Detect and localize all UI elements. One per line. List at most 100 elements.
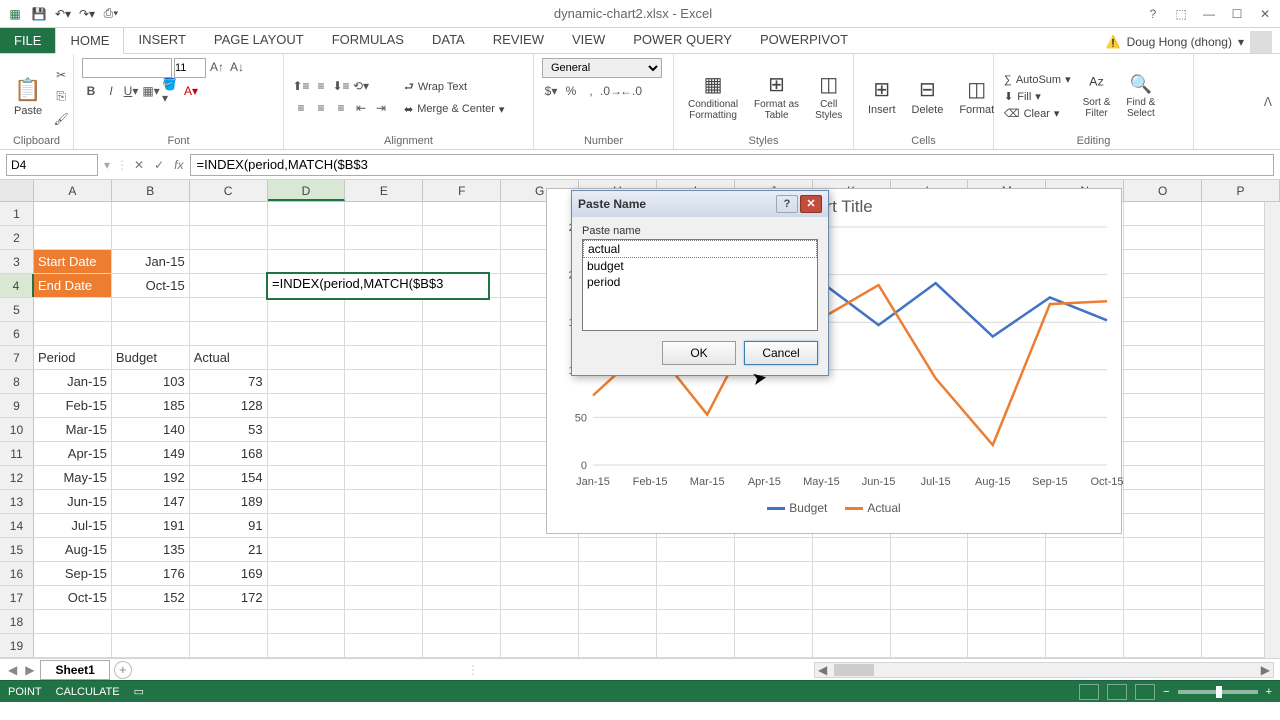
cell[interactable] bbox=[1124, 610, 1202, 633]
cell[interactable] bbox=[345, 202, 423, 225]
cell[interactable] bbox=[968, 634, 1046, 657]
cell[interactable] bbox=[268, 322, 346, 345]
column-header[interactable]: E bbox=[345, 180, 423, 201]
number-format-select[interactable]: General bbox=[542, 58, 662, 78]
currency-icon[interactable]: $▾ bbox=[542, 82, 560, 100]
row-header[interactable]: 19 bbox=[0, 634, 34, 657]
cell[interactable] bbox=[34, 634, 112, 657]
formula-bar[interactable] bbox=[190, 154, 1275, 176]
cell[interactable] bbox=[579, 610, 657, 633]
collapse-ribbon-icon[interactable]: ᐱ bbox=[1256, 95, 1280, 109]
cell[interactable] bbox=[423, 322, 501, 345]
cell[interactable] bbox=[968, 586, 1046, 609]
column-header[interactable]: P bbox=[1202, 180, 1280, 201]
tab-view[interactable]: VIEW bbox=[558, 27, 619, 53]
cell[interactable] bbox=[657, 538, 735, 561]
cell[interactable] bbox=[423, 250, 501, 273]
zoom-in-icon[interactable]: + bbox=[1266, 686, 1272, 698]
comma-icon[interactable]: , bbox=[582, 82, 600, 100]
font-family-select[interactable] bbox=[82, 58, 172, 78]
ribbon-options-icon[interactable]: ⬚ bbox=[1168, 4, 1194, 24]
cell[interactable] bbox=[1124, 586, 1202, 609]
cell[interactable] bbox=[190, 274, 268, 297]
decrease-decimal-icon[interactable]: ←.0 bbox=[622, 82, 640, 100]
cell[interactable] bbox=[345, 538, 423, 561]
insert-cells-button[interactable]: ⊞Insert bbox=[862, 75, 902, 118]
row-header[interactable]: 7 bbox=[0, 346, 34, 369]
cell[interactable] bbox=[345, 586, 423, 609]
decrease-font-icon[interactable]: A↓ bbox=[228, 58, 246, 76]
increase-font-icon[interactable]: A↑ bbox=[208, 58, 226, 76]
cell[interactable]: 169 bbox=[190, 562, 268, 585]
cell[interactable] bbox=[190, 250, 268, 273]
sheet-nav-next-icon[interactable]: ▶ bbox=[23, 663, 36, 677]
cell[interactable]: Aug-15 bbox=[34, 538, 112, 561]
cell[interactable]: 73 bbox=[190, 370, 268, 393]
cell[interactable] bbox=[579, 538, 657, 561]
cell[interactable] bbox=[1124, 514, 1202, 537]
cell[interactable]: 168 bbox=[190, 442, 268, 465]
cancel-button[interactable]: Cancel bbox=[744, 341, 818, 365]
cell[interactable] bbox=[968, 562, 1046, 585]
cell[interactable] bbox=[34, 298, 112, 321]
row-header[interactable]: 13 bbox=[0, 490, 34, 513]
cell[interactable]: Actual bbox=[190, 346, 268, 369]
cell[interactable] bbox=[112, 634, 190, 657]
cell[interactable]: May-15 bbox=[34, 466, 112, 489]
font-color-icon[interactable]: A▾ bbox=[182, 82, 200, 100]
name-list-item[interactable]: actual bbox=[583, 240, 817, 258]
wrap-text-button[interactable]: ⮐Wrap Text bbox=[402, 77, 506, 98]
cell[interactable]: Jan-15 bbox=[34, 370, 112, 393]
cell[interactable] bbox=[190, 298, 268, 321]
cell[interactable]: 185 bbox=[112, 394, 190, 417]
cell[interactable] bbox=[34, 322, 112, 345]
cell[interactable] bbox=[891, 634, 969, 657]
maximize-icon[interactable]: ☐ bbox=[1224, 4, 1250, 24]
tab-power-query[interactable]: POWER QUERY bbox=[619, 27, 746, 53]
cell[interactable] bbox=[813, 634, 891, 657]
cell[interactable] bbox=[657, 610, 735, 633]
row-header[interactable]: 8 bbox=[0, 370, 34, 393]
tab-home[interactable]: HOME bbox=[55, 27, 124, 54]
cell[interactable] bbox=[423, 490, 501, 513]
cell[interactable] bbox=[112, 610, 190, 633]
cell[interactable] bbox=[579, 562, 657, 585]
cell[interactable] bbox=[268, 562, 346, 585]
cell[interactable] bbox=[1124, 634, 1202, 657]
cell[interactable]: 176 bbox=[112, 562, 190, 585]
cell[interactable] bbox=[345, 394, 423, 417]
cell[interactable] bbox=[268, 586, 346, 609]
cell[interactable]: Period bbox=[34, 346, 112, 369]
tab-powerpivot[interactable]: POWERPIVOT bbox=[746, 27, 862, 53]
cell[interactable] bbox=[1124, 538, 1202, 561]
sort-filter-button[interactable]: ᴬᶻSort & Filter bbox=[1077, 72, 1117, 121]
row-header[interactable]: 17 bbox=[0, 586, 34, 609]
enter-formula-icon[interactable]: ✓ bbox=[154, 158, 164, 172]
conditional-formatting-button[interactable]: ▦Conditional Formatting bbox=[682, 70, 744, 123]
row-header[interactable]: 5 bbox=[0, 298, 34, 321]
cell[interactable] bbox=[345, 514, 423, 537]
cell[interactable] bbox=[813, 538, 891, 561]
cell[interactable] bbox=[501, 586, 579, 609]
cell[interactable] bbox=[345, 490, 423, 513]
paste-name-list[interactable]: actualbudgetperiod bbox=[582, 239, 818, 331]
cell[interactable] bbox=[1046, 562, 1124, 585]
cell[interactable]: 140 bbox=[112, 418, 190, 441]
orientation-icon[interactable]: ⟲▾ bbox=[352, 77, 370, 95]
copy-icon[interactable]: ⎘ bbox=[52, 88, 70, 106]
cell[interactable] bbox=[423, 370, 501, 393]
cell[interactable] bbox=[1046, 610, 1124, 633]
cell[interactable] bbox=[1124, 274, 1202, 297]
cell[interactable] bbox=[345, 562, 423, 585]
cell[interactable] bbox=[1124, 370, 1202, 393]
cell[interactable] bbox=[423, 466, 501, 489]
tab-page-layout[interactable]: PAGE LAYOUT bbox=[200, 27, 318, 53]
delete-cells-button[interactable]: ⊟Delete bbox=[906, 75, 950, 118]
cell[interactable] bbox=[34, 226, 112, 249]
cell[interactable] bbox=[190, 226, 268, 249]
row-header[interactable]: 12 bbox=[0, 466, 34, 489]
cell[interactable]: 189 bbox=[190, 490, 268, 513]
bold-icon[interactable]: B bbox=[82, 82, 100, 100]
cell[interactable] bbox=[268, 346, 346, 369]
cell[interactable] bbox=[1046, 538, 1124, 561]
